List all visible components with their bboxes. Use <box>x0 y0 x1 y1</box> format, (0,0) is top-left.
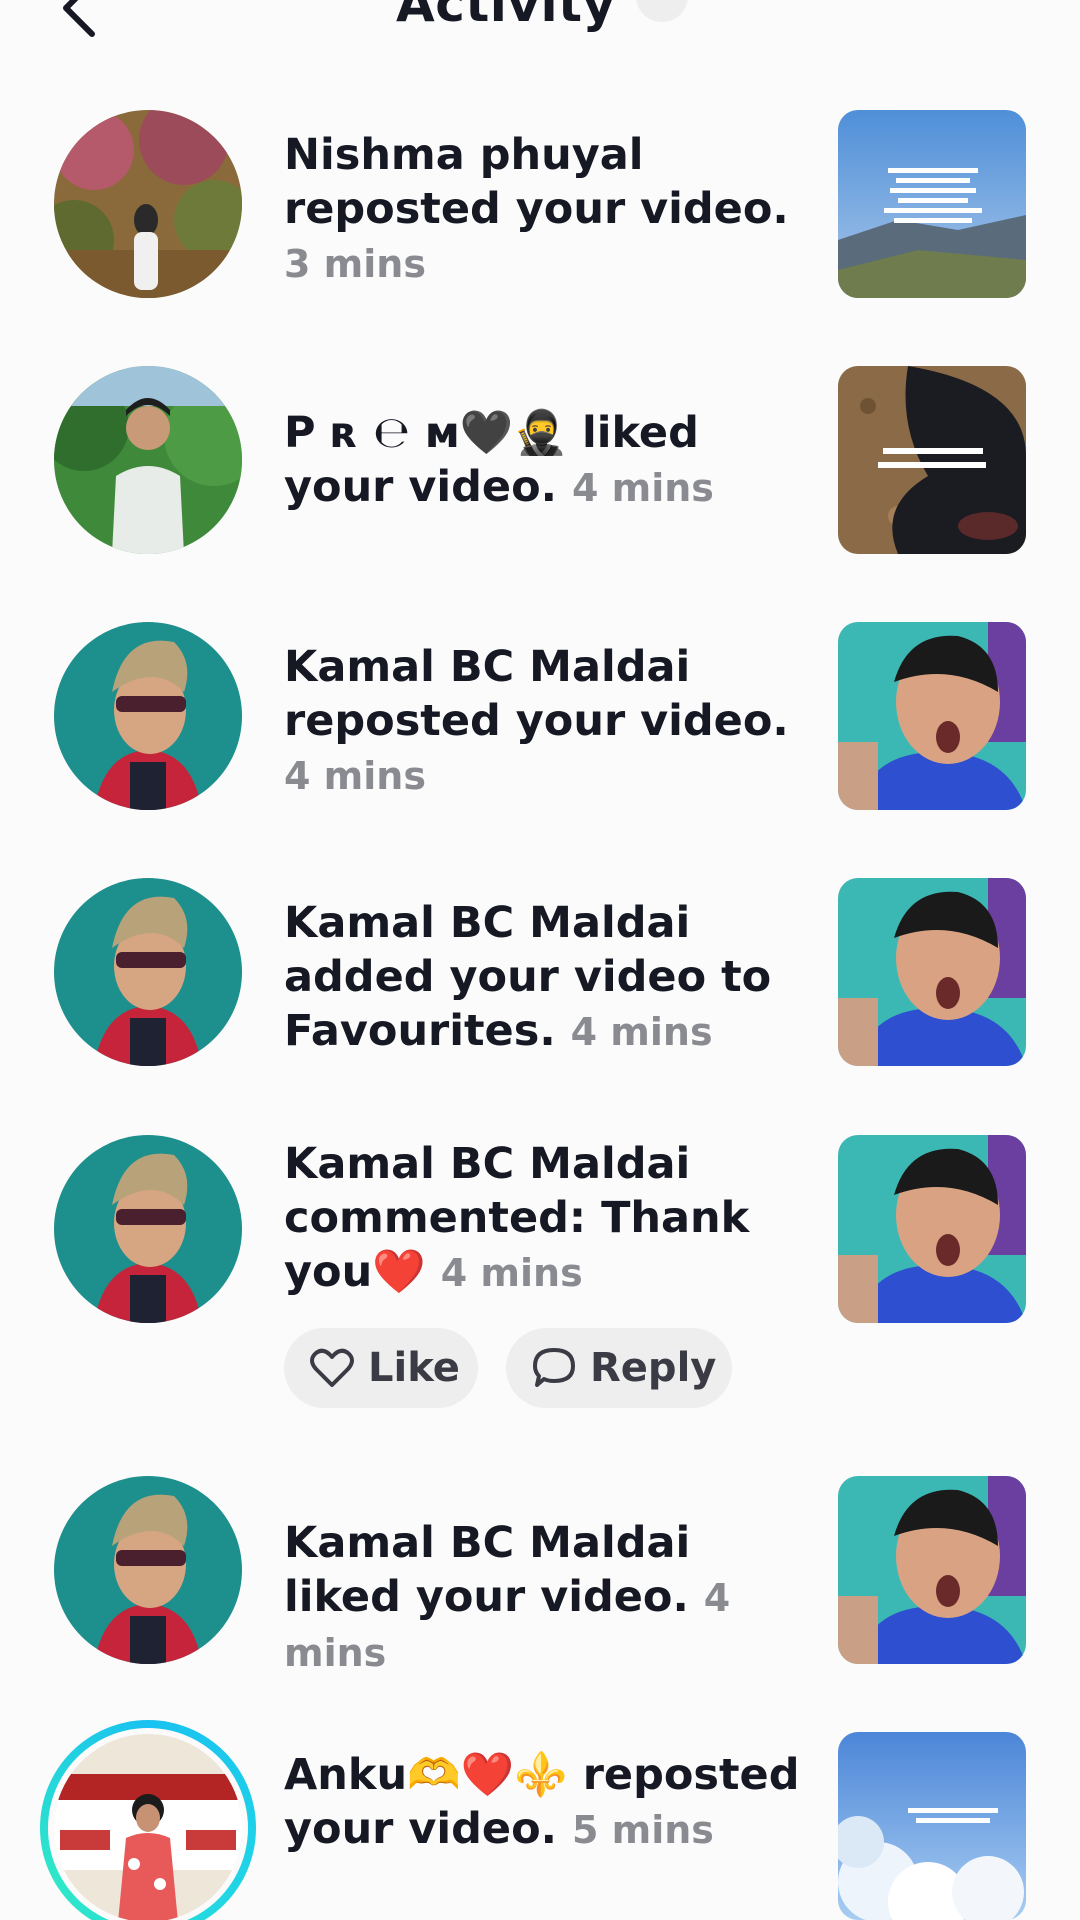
notification-action: reposted your video. <box>284 696 789 746</box>
avatar[interactable] <box>54 878 242 1066</box>
heart-icon <box>310 1348 354 1387</box>
reply-button[interactable]: Reply <box>506 1328 732 1408</box>
notification-text: Anku🫶❤️⚜️ reposted your video. 5 mins <box>284 1748 814 1857</box>
chevron-down-icon[interactable] <box>636 0 688 22</box>
username[interactable]: Kamal BC Maldai <box>284 898 690 948</box>
username[interactable]: Nishma phuyal <box>284 130 644 180</box>
username[interactable]: Kamal BC Maldai <box>284 642 690 692</box>
notification-text: P ʀ ℮ ᴍ🖤🥷 liked your video. 4 mins <box>284 406 814 515</box>
timestamp: 4 mins <box>284 754 426 798</box>
notification-text: Kamal BC Maldai added your video to Favo… <box>284 896 814 1059</box>
like-label: Like <box>368 1345 460 1391</box>
timestamp: 4 mins <box>571 466 714 510</box>
notification-text: Kamal BC Maldai liked your video. 4 mins <box>284 1516 814 1680</box>
video-thumbnail[interactable] <box>838 110 1026 298</box>
video-thumbnail[interactable] <box>838 1732 1026 1920</box>
video-thumbnail[interactable] <box>838 1135 1026 1323</box>
timestamp: 4 mins <box>440 1251 583 1295</box>
reply-label: Reply <box>590 1345 717 1391</box>
notification-text: Nishma phuyal reposted your video. 3 min… <box>284 128 814 291</box>
back-arrow-icon[interactable] <box>52 0 112 38</box>
notification-action: liked your video. <box>284 1572 689 1622</box>
video-thumbnail[interactable] <box>838 622 1026 810</box>
notification-text: Kamal BC Maldai reposted your video. 4 m… <box>284 640 814 803</box>
notification-text: Kamal BC Maldai commented: Thank you❤️ 4… <box>284 1137 814 1300</box>
comment-bubble-icon <box>533 1348 575 1387</box>
notification-action: reposted your video. <box>284 184 789 234</box>
timestamp: 5 mins <box>571 1808 714 1852</box>
story-ring[interactable] <box>40 1720 256 1920</box>
video-thumbnail[interactable] <box>838 1476 1026 1664</box>
video-thumbnail[interactable] <box>838 878 1026 1066</box>
avatar[interactable] <box>54 1476 242 1664</box>
video-thumbnail[interactable] <box>838 366 1026 554</box>
header: Activity <box>0 0 1080 40</box>
avatar[interactable] <box>54 366 242 554</box>
timestamp: 4 mins <box>570 1010 713 1054</box>
avatar[interactable] <box>54 622 242 810</box>
timestamp: 3 mins <box>284 242 426 286</box>
avatar[interactable] <box>54 1734 242 1920</box>
username[interactable]: Kamal BC Maldai <box>284 1518 690 1568</box>
username[interactable]: Anku🫶❤️⚜️ <box>284 1750 568 1800</box>
avatar[interactable] <box>54 110 242 298</box>
username[interactable]: Kamal BC Maldai <box>284 1139 690 1189</box>
avatar[interactable] <box>54 1135 242 1323</box>
like-comment-button[interactable]: Like <box>284 1328 478 1408</box>
page-title[interactable]: Activity <box>396 0 616 34</box>
username[interactable]: P ʀ ℮ ᴍ🖤🥷 <box>284 408 567 458</box>
